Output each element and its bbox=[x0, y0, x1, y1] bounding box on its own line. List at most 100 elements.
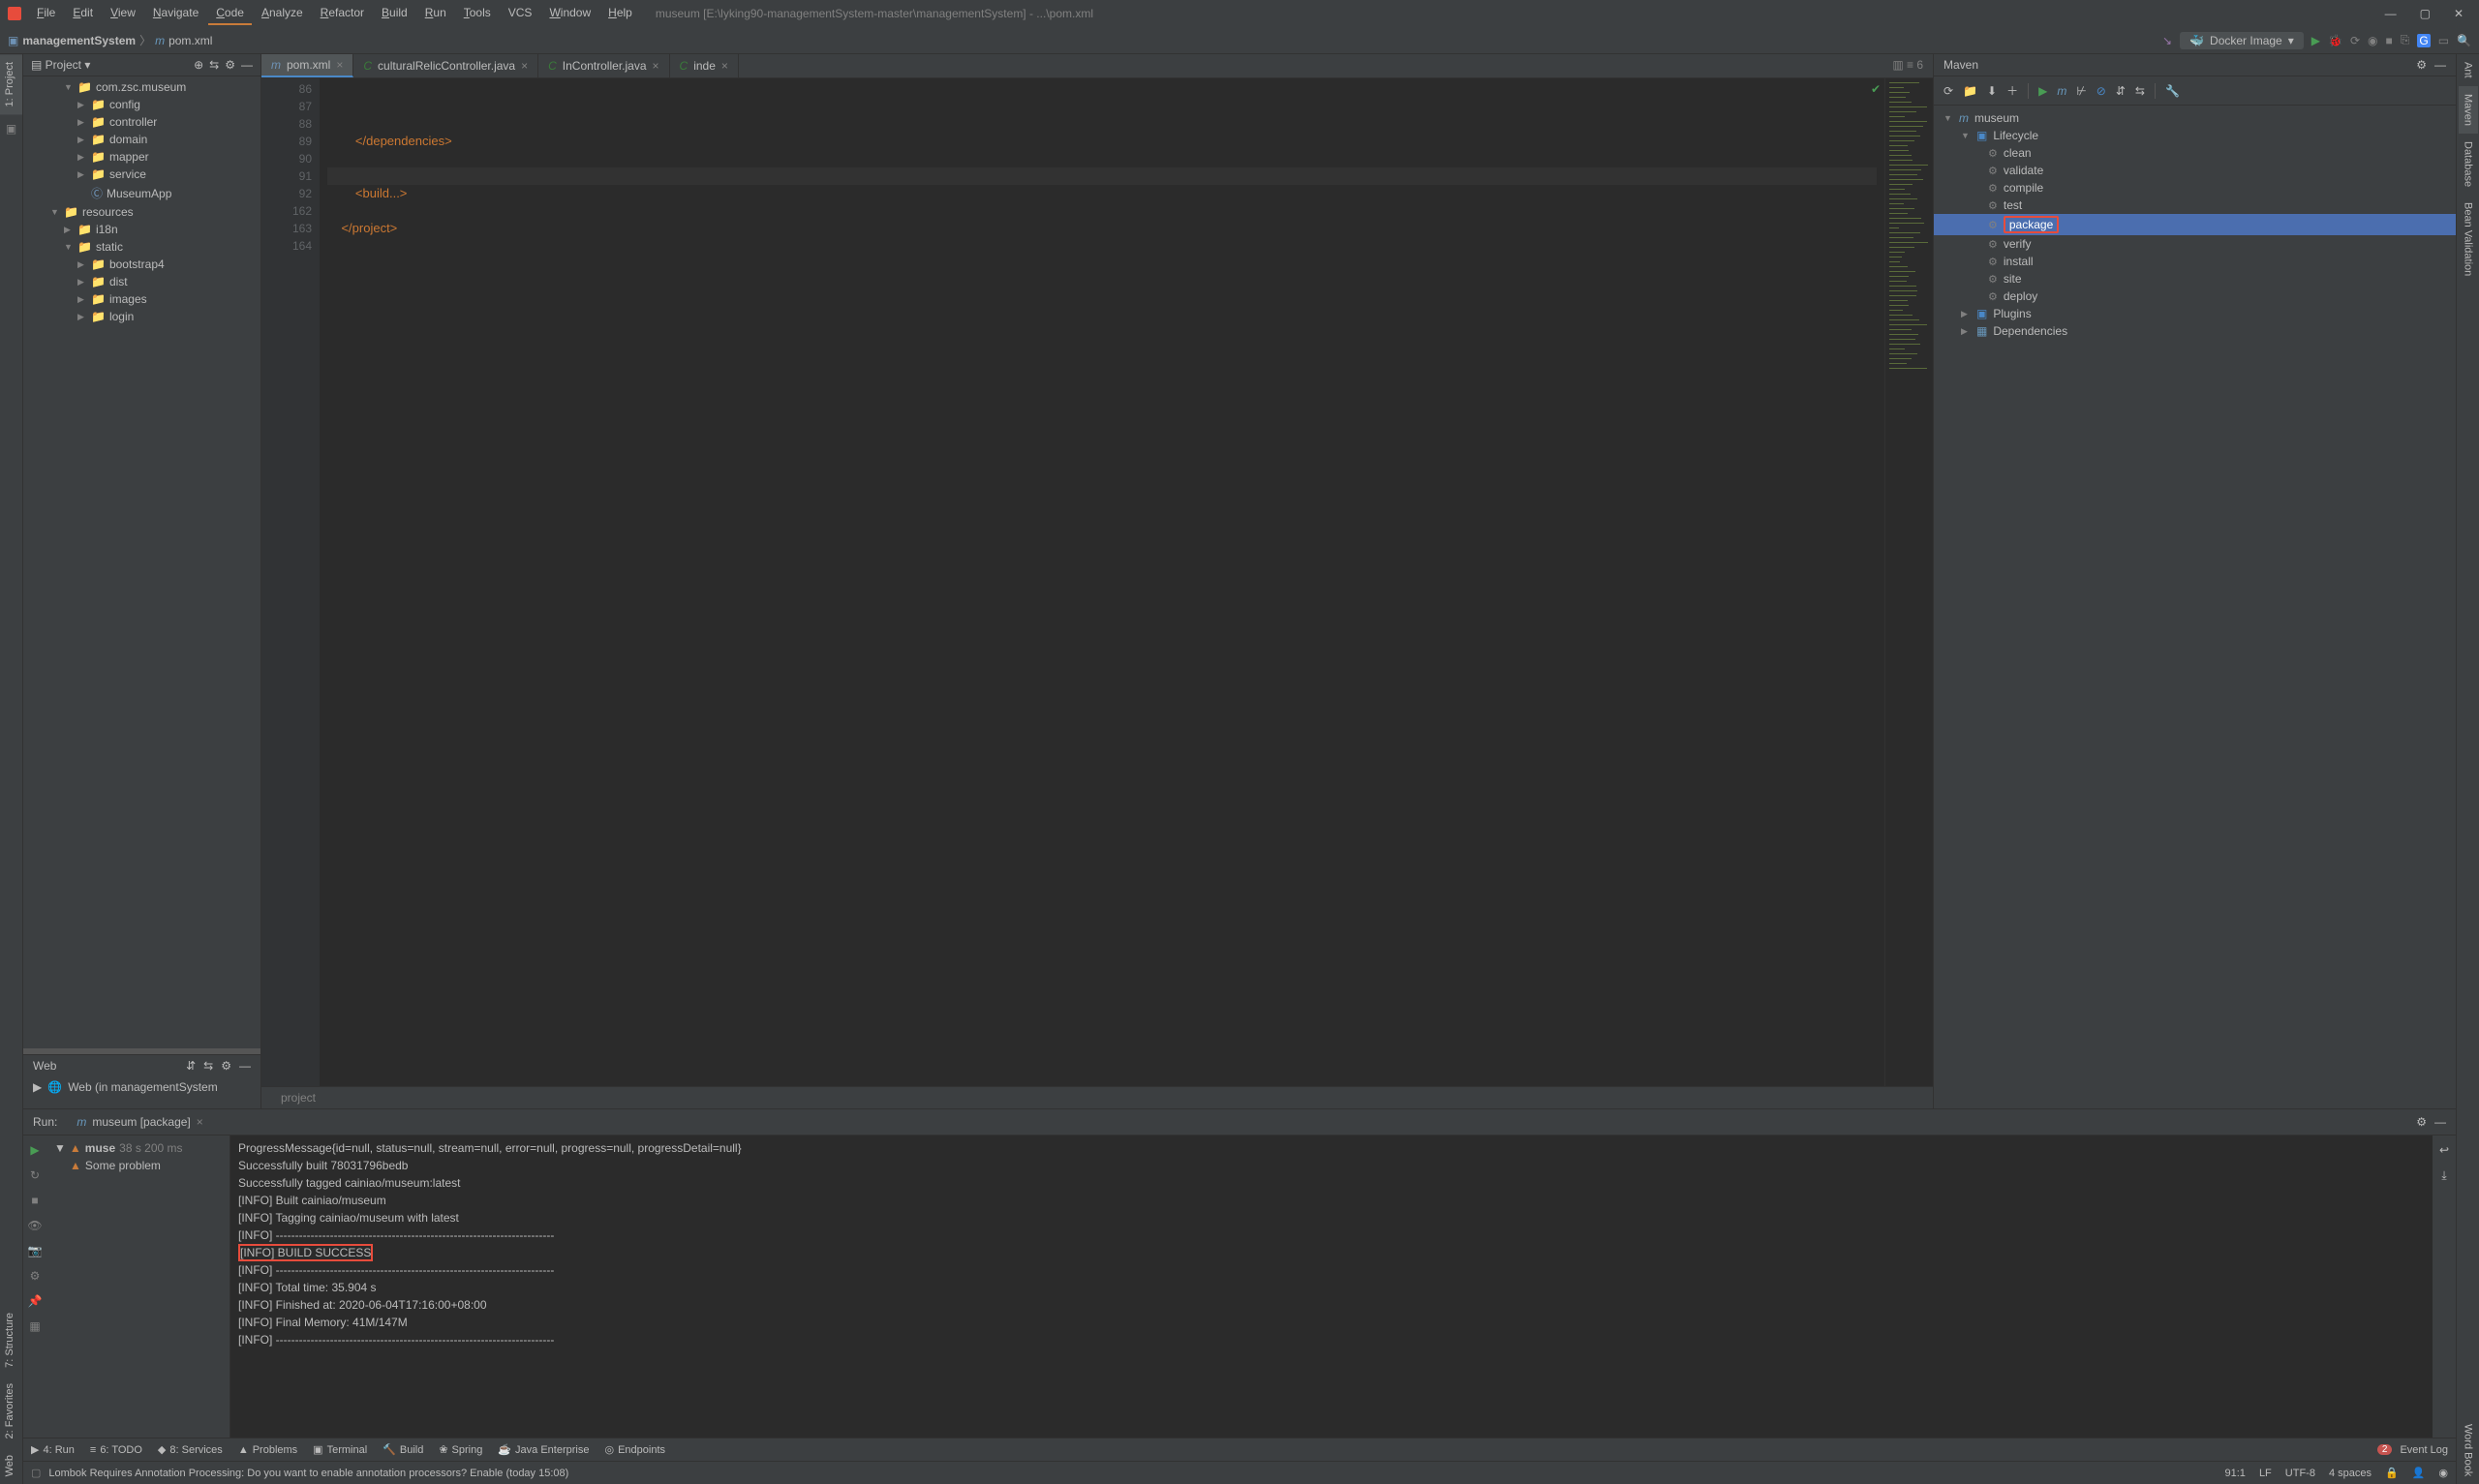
menu-analyze[interactable]: Analyze bbox=[254, 2, 311, 25]
split-icon[interactable]: ▥ ≡ 6 bbox=[1882, 54, 1933, 77]
menu-edit[interactable]: Edit bbox=[65, 2, 101, 25]
sidebar-tab-project[interactable]: 1: Project bbox=[0, 54, 22, 114]
gear-icon[interactable]: ⚙ bbox=[221, 1059, 231, 1073]
tree-item[interactable]: ▶📁mapper bbox=[23, 148, 260, 166]
hide-icon[interactable]: — bbox=[2434, 1115, 2446, 1129]
tree-item[interactable]: ▶📁images bbox=[23, 290, 260, 308]
run-tab[interactable]: m museum [package] × bbox=[69, 1113, 210, 1131]
tree-item[interactable]: ▼📁static bbox=[23, 238, 260, 256]
maven-goal-test[interactable]: ⚙test bbox=[1934, 197, 2456, 214]
line-separator[interactable]: LF bbox=[2259, 1468, 2272, 1479]
collapse-arrow-icon[interactable]: ▼ bbox=[54, 1141, 66, 1155]
close-tab-icon[interactable]: × bbox=[653, 59, 659, 73]
sidebar-tab-structure[interactable]: 7: Structure bbox=[0, 1305, 22, 1376]
menu-vcs[interactable]: VCS bbox=[501, 2, 540, 25]
stop-icon[interactable]: ■ bbox=[31, 1194, 38, 1207]
code-editor[interactable]: </dependencies> <build...> </project> bbox=[320, 78, 1884, 1086]
menu-file[interactable]: File bbox=[29, 2, 63, 25]
menu-window[interactable]: Window bbox=[541, 2, 598, 25]
collapse-all-icon[interactable]: ⇆ bbox=[2135, 84, 2145, 98]
rerun-icon[interactable]: ▶ bbox=[30, 1143, 39, 1157]
collapse-icon[interactable]: ⇆ bbox=[203, 1059, 213, 1073]
download-icon[interactable]: ⬇ bbox=[1987, 84, 1997, 98]
tab-build[interactable]: 🔨 Build bbox=[383, 1443, 423, 1456]
menu-build[interactable]: Build bbox=[374, 2, 415, 25]
maven-goal-deploy[interactable]: ⚙deploy bbox=[1934, 288, 2456, 305]
maven-goal-verify[interactable]: ⚙verify bbox=[1934, 235, 2456, 253]
reload-icon[interactable]: ⟳ bbox=[1943, 84, 1953, 98]
close-tab-icon[interactable]: × bbox=[721, 59, 728, 73]
coverage-icon[interactable]: ⟳ bbox=[2350, 34, 2360, 47]
sidebar-tab-favorites[interactable]: 2: Favorites bbox=[0, 1376, 22, 1446]
layout-icon[interactable]: ▦ bbox=[29, 1319, 40, 1333]
inspector-icon[interactable]: 👤 bbox=[2412, 1467, 2426, 1479]
hide-icon[interactable]: — bbox=[239, 1059, 251, 1073]
close-tab-icon[interactable]: × bbox=[197, 1115, 203, 1129]
tree-item[interactable]: ▼📁resources bbox=[23, 203, 260, 221]
menu-navigate[interactable]: Navigate bbox=[145, 2, 206, 25]
target-icon[interactable]: ⊕ bbox=[194, 58, 203, 72]
generate-icon[interactable]: 📁 bbox=[1963, 84, 1977, 98]
breadcrumb-file[interactable]: pom.xml bbox=[168, 34, 212, 47]
watch-icon[interactable]: 👁 bbox=[27, 1219, 42, 1232]
gear-icon[interactable]: ⚙ bbox=[2416, 58, 2427, 72]
build-icon[interactable]: ↘ bbox=[2162, 34, 2172, 47]
tab-problems[interactable]: ▲ Problems bbox=[238, 1444, 297, 1456]
project-dropdown[interactable]: ▤ Project ▾ bbox=[31, 58, 90, 72]
tree-item[interactable]: ⒸMuseumApp bbox=[23, 183, 260, 203]
expand-all-icon[interactable]: ⇵ bbox=[2116, 84, 2126, 98]
maven-root[interactable]: ▼mmuseum bbox=[1934, 109, 2456, 127]
soft-wrap-icon[interactable]: ↩ bbox=[2439, 1143, 2449, 1157]
tab-eventlog[interactable]: Event Log bbox=[2400, 1444, 2448, 1456]
maven-goal-site[interactable]: ⚙site bbox=[1934, 270, 2456, 288]
vcs-icon[interactable]: ⎘ bbox=[2401, 33, 2410, 47]
editor-tab[interactable]: CculturalRelicController.java× bbox=[353, 54, 538, 77]
rerun-failed-icon[interactable]: ↻ bbox=[30, 1168, 40, 1182]
sidebar-tab-wordbook[interactable]: Word Book bbox=[2459, 1416, 2478, 1484]
tree-item[interactable]: ▶📁login bbox=[23, 308, 260, 325]
console-output[interactable]: ProgressMessage{id=null, status=null, st… bbox=[230, 1136, 2433, 1438]
tool-window-icon[interactable]: ▢ bbox=[31, 1467, 41, 1479]
tree-item[interactable]: ▶📁bootstrap4 bbox=[23, 256, 260, 273]
stop-icon[interactable]: ■ bbox=[2386, 34, 2393, 47]
tree-item[interactable]: ▶📁service bbox=[23, 166, 260, 183]
sidebar-tab-maven[interactable]: Maven bbox=[2459, 86, 2478, 134]
sidebar-tab-database[interactable]: Database bbox=[2459, 134, 2478, 195]
tab-services[interactable]: ◆ 8: Services bbox=[158, 1443, 223, 1456]
menu-code[interactable]: Code bbox=[208, 2, 252, 25]
expand-icon[interactable]: ⇵ bbox=[186, 1059, 196, 1073]
tab-terminal[interactable]: ▣ Terminal bbox=[313, 1443, 367, 1456]
search-icon[interactable]: 🔍 bbox=[2457, 34, 2471, 47]
tree-item[interactable]: ▶📁config bbox=[23, 96, 260, 113]
scroll-end-icon[interactable]: ⤓ bbox=[2441, 1168, 2446, 1183]
skip-tests-icon[interactable]: ⊘ bbox=[2096, 84, 2106, 98]
status-message[interactable]: Lombok Requires Annotation Processing: D… bbox=[48, 1468, 568, 1479]
chrome-icon[interactable]: ◉ bbox=[2438, 1467, 2448, 1479]
maven-goal-compile[interactable]: ⚙compile bbox=[1934, 179, 2456, 197]
editor-tab[interactable]: mpom.xml× bbox=[261, 54, 353, 77]
profile-icon[interactable]: ◉ bbox=[2368, 34, 2377, 47]
menu-help[interactable]: Help bbox=[600, 2, 640, 25]
maven-plugins[interactable]: ▶▣Plugins bbox=[1934, 305, 2456, 322]
sidebar-tab-ant[interactable]: Ant bbox=[2459, 54, 2478, 86]
lock-icon[interactable]: 🔒 bbox=[2385, 1467, 2399, 1479]
menu-view[interactable]: View bbox=[103, 2, 143, 25]
maven-goal-validate[interactable]: ⚙validate bbox=[1934, 162, 2456, 179]
sidebar-tab-bean[interactable]: Bean Validation bbox=[2459, 195, 2478, 284]
maximize-icon[interactable]: ▢ bbox=[2420, 7, 2431, 20]
close-icon[interactable]: ✕ bbox=[2454, 7, 2464, 20]
run-root-label[interactable]: muse bbox=[85, 1141, 115, 1155]
tab-endpoints[interactable]: ◎ Endpoints bbox=[604, 1443, 665, 1456]
translate-icon[interactable]: G bbox=[2417, 34, 2430, 47]
run-maven-icon[interactable]: ▶ bbox=[2038, 84, 2047, 98]
maven-goal-clean[interactable]: ⚙clean bbox=[1934, 144, 2456, 162]
indent-setting[interactable]: 4 spaces bbox=[2329, 1468, 2372, 1479]
maven-dependencies[interactable]: ▶▦Dependencies bbox=[1934, 322, 2456, 340]
tree-item[interactable]: ▶📁dist bbox=[23, 273, 260, 290]
tab-run[interactable]: ▶ 4: Run bbox=[31, 1443, 75, 1456]
maven-m-icon[interactable]: m bbox=[2057, 84, 2066, 98]
editor-tab[interactable]: Cinde× bbox=[670, 54, 739, 77]
close-tab-icon[interactable]: × bbox=[521, 59, 528, 73]
arrow-icon[interactable]: ▶ bbox=[33, 1080, 42, 1094]
sidebar-tab-web[interactable]: Web bbox=[0, 1447, 22, 1484]
